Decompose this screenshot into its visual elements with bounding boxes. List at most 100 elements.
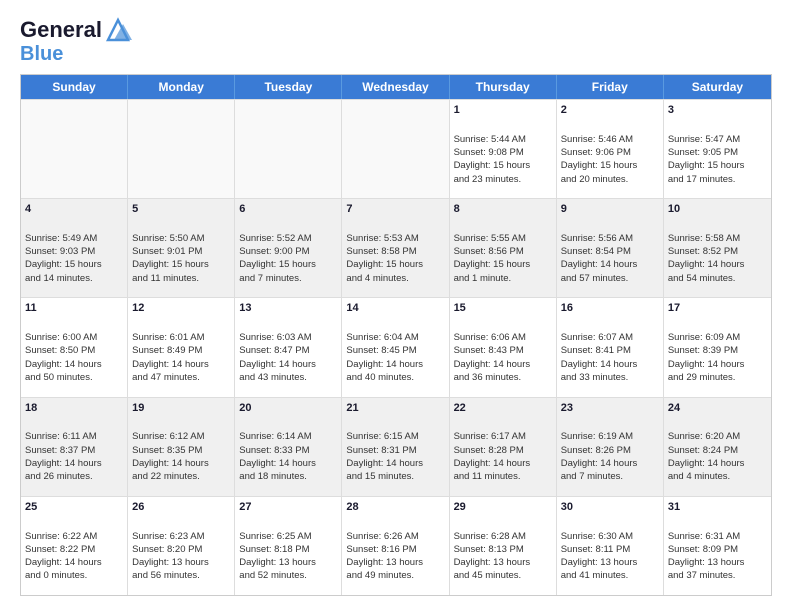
day-info: Sunrise: 5:44 AM [454, 134, 526, 145]
cal-week-2: 11Sunrise: 6:00 AMSunset: 8:50 PMDayligh… [21, 297, 771, 396]
day-info: and 37 minutes. [668, 570, 736, 581]
day-number: 28 [346, 500, 444, 515]
day-info: Sunset: 9:06 PM [561, 147, 631, 158]
day-info: Sunrise: 5:55 AM [454, 233, 526, 244]
calendar-header: SundayMondayTuesdayWednesdayThursdayFrid… [21, 75, 771, 99]
cal-cell: 21Sunrise: 6:15 AMSunset: 8:31 PMDayligh… [342, 398, 449, 496]
day-info: Sunrise: 6:11 AM [25, 431, 97, 442]
day-info: Sunrise: 6:01 AM [132, 332, 204, 343]
day-info: and 43 minutes. [239, 372, 307, 383]
day-number: 13 [239, 301, 337, 316]
day-info: and 33 minutes. [561, 372, 629, 383]
cal-cell: 15Sunrise: 6:06 AMSunset: 8:43 PMDayligh… [450, 298, 557, 396]
cal-cell: 17Sunrise: 6:09 AMSunset: 8:39 PMDayligh… [664, 298, 771, 396]
cal-cell: 24Sunrise: 6:20 AMSunset: 8:24 PMDayligh… [664, 398, 771, 496]
cal-header-cell-wednesday: Wednesday [342, 75, 449, 99]
day-info: Sunset: 8:31 PM [346, 445, 416, 456]
day-info: Daylight: 14 hours [454, 359, 531, 370]
day-number: 15 [454, 301, 552, 316]
day-info: and 15 minutes. [346, 471, 414, 482]
day-info: Daylight: 15 hours [132, 259, 209, 270]
day-info: and 4 minutes. [346, 273, 408, 284]
cal-cell: 16Sunrise: 6:07 AMSunset: 8:41 PMDayligh… [557, 298, 664, 396]
day-number: 12 [132, 301, 230, 316]
day-info: Daylight: 14 hours [25, 458, 102, 469]
day-info: Sunrise: 6:28 AM [454, 531, 526, 542]
day-number: 18 [25, 401, 123, 416]
day-info: Daylight: 14 hours [561, 259, 638, 270]
day-info: Sunset: 9:05 PM [668, 147, 738, 158]
cal-cell: 19Sunrise: 6:12 AMSunset: 8:35 PMDayligh… [128, 398, 235, 496]
day-info: Sunset: 8:58 PM [346, 246, 416, 257]
header: General Blue [20, 16, 772, 64]
day-info: and 54 minutes. [668, 273, 736, 284]
cal-cell: 4Sunrise: 5:49 AMSunset: 9:03 PMDaylight… [21, 199, 128, 297]
day-info: Sunset: 8:50 PM [25, 345, 95, 356]
cal-header-cell-tuesday: Tuesday [235, 75, 342, 99]
cal-week-3: 18Sunrise: 6:11 AMSunset: 8:37 PMDayligh… [21, 397, 771, 496]
day-info: Daylight: 14 hours [239, 458, 316, 469]
day-info: Daylight: 13 hours [668, 557, 745, 568]
cal-cell: 12Sunrise: 6:01 AMSunset: 8:49 PMDayligh… [128, 298, 235, 396]
day-info: Daylight: 14 hours [668, 259, 745, 270]
day-info: and 47 minutes. [132, 372, 200, 383]
day-number: 27 [239, 500, 337, 515]
cal-cell: 23Sunrise: 6:19 AMSunset: 8:26 PMDayligh… [557, 398, 664, 496]
calendar: SundayMondayTuesdayWednesdayThursdayFrid… [20, 74, 772, 596]
day-info: Sunrise: 5:50 AM [132, 233, 204, 244]
day-info: Sunrise: 6:04 AM [346, 332, 418, 343]
day-info: and 11 minutes. [132, 273, 199, 284]
day-info: Daylight: 14 hours [132, 458, 209, 469]
day-info: Daylight: 15 hours [239, 259, 316, 270]
day-info: Sunset: 8:24 PM [668, 445, 738, 456]
day-info: Daylight: 14 hours [346, 359, 423, 370]
cal-week-0: 1Sunrise: 5:44 AMSunset: 9:08 PMDaylight… [21, 99, 771, 198]
logo: General Blue [20, 16, 132, 64]
cal-header-cell-sunday: Sunday [21, 75, 128, 99]
cal-cell: 22Sunrise: 6:17 AMSunset: 8:28 PMDayligh… [450, 398, 557, 496]
cal-cell: 20Sunrise: 6:14 AMSunset: 8:33 PMDayligh… [235, 398, 342, 496]
day-info: and 57 minutes. [561, 273, 629, 284]
day-number: 23 [561, 401, 659, 416]
logo-text-blue: Blue [20, 44, 132, 64]
day-info: Sunrise: 6:12 AM [132, 431, 204, 442]
cal-cell: 18Sunrise: 6:11 AMSunset: 8:37 PMDayligh… [21, 398, 128, 496]
day-info: and 45 minutes. [454, 570, 522, 581]
day-info: Sunset: 8:13 PM [454, 544, 524, 555]
day-info: and 20 minutes. [561, 174, 629, 185]
day-info: Sunset: 8:47 PM [239, 345, 309, 356]
day-info: Sunrise: 5:58 AM [668, 233, 740, 244]
day-number: 19 [132, 401, 230, 416]
day-info: and 26 minutes. [25, 471, 93, 482]
day-number: 29 [454, 500, 552, 515]
day-info: and 23 minutes. [454, 174, 522, 185]
cal-header-cell-thursday: Thursday [450, 75, 557, 99]
day-info: and 1 minute. [454, 273, 512, 284]
day-info: Sunrise: 6:25 AM [239, 531, 311, 542]
day-info: Sunset: 8:39 PM [668, 345, 738, 356]
cal-cell: 25Sunrise: 6:22 AMSunset: 8:22 PMDayligh… [21, 497, 128, 595]
day-info: Sunrise: 6:31 AM [668, 531, 740, 542]
cal-cell: 31Sunrise: 6:31 AMSunset: 8:09 PMDayligh… [664, 497, 771, 595]
day-number: 2 [561, 103, 659, 118]
day-info: Daylight: 15 hours [454, 160, 531, 171]
cal-header-cell-monday: Monday [128, 75, 235, 99]
cal-cell: 7Sunrise: 5:53 AMSunset: 8:58 PMDaylight… [342, 199, 449, 297]
day-info: Sunset: 8:43 PM [454, 345, 524, 356]
day-number: 9 [561, 202, 659, 217]
day-info: and 40 minutes. [346, 372, 414, 383]
day-info: Sunset: 8:56 PM [454, 246, 524, 257]
day-info: Sunset: 9:00 PM [239, 246, 309, 257]
day-info: Daylight: 14 hours [346, 458, 423, 469]
day-number: 3 [668, 103, 767, 118]
day-info: Daylight: 13 hours [239, 557, 316, 568]
cal-cell [21, 100, 128, 198]
page: General Blue SundayMondayTuesdayWednesda… [0, 0, 792, 612]
day-info: Sunset: 8:20 PM [132, 544, 202, 555]
day-info: Sunrise: 5:53 AM [346, 233, 418, 244]
day-info: Sunrise: 5:46 AM [561, 134, 633, 145]
day-info: Daylight: 15 hours [454, 259, 531, 270]
cal-header-cell-friday: Friday [557, 75, 664, 99]
day-number: 10 [668, 202, 767, 217]
cal-cell [235, 100, 342, 198]
